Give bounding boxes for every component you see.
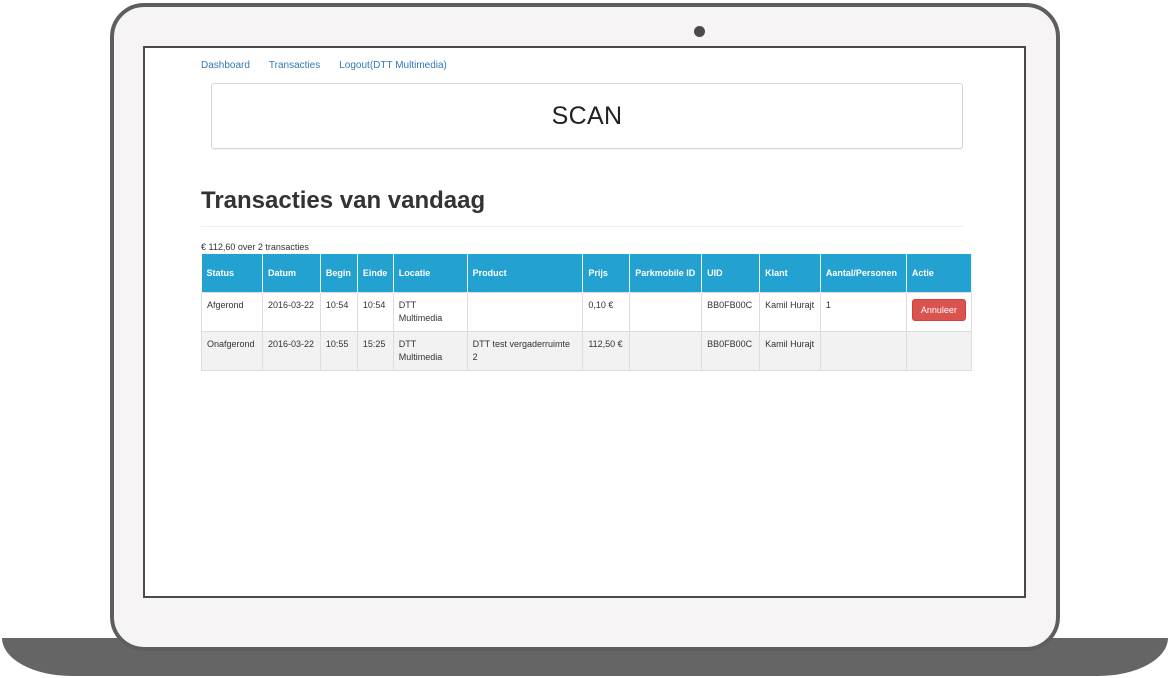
column-header: Status — [201, 254, 263, 292]
cell-product: DTT test vergaderruimte 2 — [467, 330, 584, 371]
cell-begin: 10:55 — [320, 330, 358, 371]
cell-actie — [906, 330, 973, 371]
cell-klant: Kamil Hurajt — [759, 291, 821, 331]
column-header: Aantal/Personen — [820, 254, 907, 292]
laptop-screen: Dashboard Transacties Logout(DTT Multime… — [143, 46, 1026, 598]
cell-parkmobile-id — [629, 330, 703, 371]
cell-aantal — [820, 330, 907, 371]
cell-parkmobile-id — [629, 291, 703, 331]
cell-locatie: DTT Multimedia — [393, 330, 468, 371]
column-header: UID — [701, 254, 761, 292]
nav-link-transacties[interactable]: Transacties — [269, 60, 320, 71]
table-row: Afgerond 2016-03-22 10:54 10:54 DTT Mult… — [201, 291, 973, 331]
column-header: Einde — [357, 254, 394, 292]
transactions-summary: € 112,60 over 2 transacties — [201, 242, 309, 252]
cell-prijs: 0,10 € — [582, 291, 631, 331]
cell-einde: 15:25 — [357, 330, 394, 371]
cell-datum: 2016-03-22 — [262, 330, 321, 371]
column-header: Klant — [759, 254, 821, 292]
cell-locatie: DTT Multimedia — [393, 291, 468, 331]
table-header-row: Status Datum Begin Einde Locatie Product… — [201, 254, 973, 292]
cell-status: Onafgerond — [201, 330, 263, 371]
nav-link-dashboard[interactable]: Dashboard — [201, 60, 250, 71]
cell-aantal: 1 — [820, 291, 907, 331]
column-header: Actie — [906, 254, 973, 292]
cell-datum: 2016-03-22 — [262, 291, 321, 331]
cell-klant: Kamil Hurajt — [759, 330, 821, 371]
annuleer-button[interactable]: Annuleer — [911, 298, 966, 321]
cell-begin: 10:54 — [320, 291, 358, 331]
column-header: Product — [467, 254, 584, 292]
cell-uid: BB0FB00C — [701, 330, 761, 371]
cell-product — [467, 291, 584, 331]
scan-label: SCAN — [551, 101, 623, 130]
nav-link-logout[interactable]: Logout(DTT Multimedia) — [339, 60, 447, 71]
cell-einde: 10:54 — [357, 291, 394, 331]
column-header: Prijs — [582, 254, 631, 292]
column-header: Parkmobile ID — [629, 254, 703, 292]
cell-status: Afgerond — [201, 291, 263, 331]
top-nav: Dashboard Transacties Logout(DTT Multime… — [201, 60, 447, 71]
cell-prijs: 112,50 € — [582, 330, 631, 371]
column-header: Begin — [320, 254, 358, 292]
transactions-table: Status Datum Begin Einde Locatie Product… — [201, 254, 973, 371]
column-header: Datum — [262, 254, 321, 292]
cell-actie: Annuleer — [906, 291, 973, 331]
scan-panel[interactable]: SCAN — [211, 83, 963, 149]
page-title: Transacties van vandaag — [201, 187, 486, 214]
camera-icon — [694, 26, 705, 37]
column-header: Locatie — [393, 254, 468, 292]
cell-uid: BB0FB00C — [701, 291, 761, 331]
divider — [201, 226, 963, 227]
laptop-mockup: Dashboard Transacties Logout(DTT Multime… — [0, 0, 1170, 678]
table-row: Onafgerond 2016-03-22 10:55 15:25 DTT Mu… — [201, 330, 973, 371]
